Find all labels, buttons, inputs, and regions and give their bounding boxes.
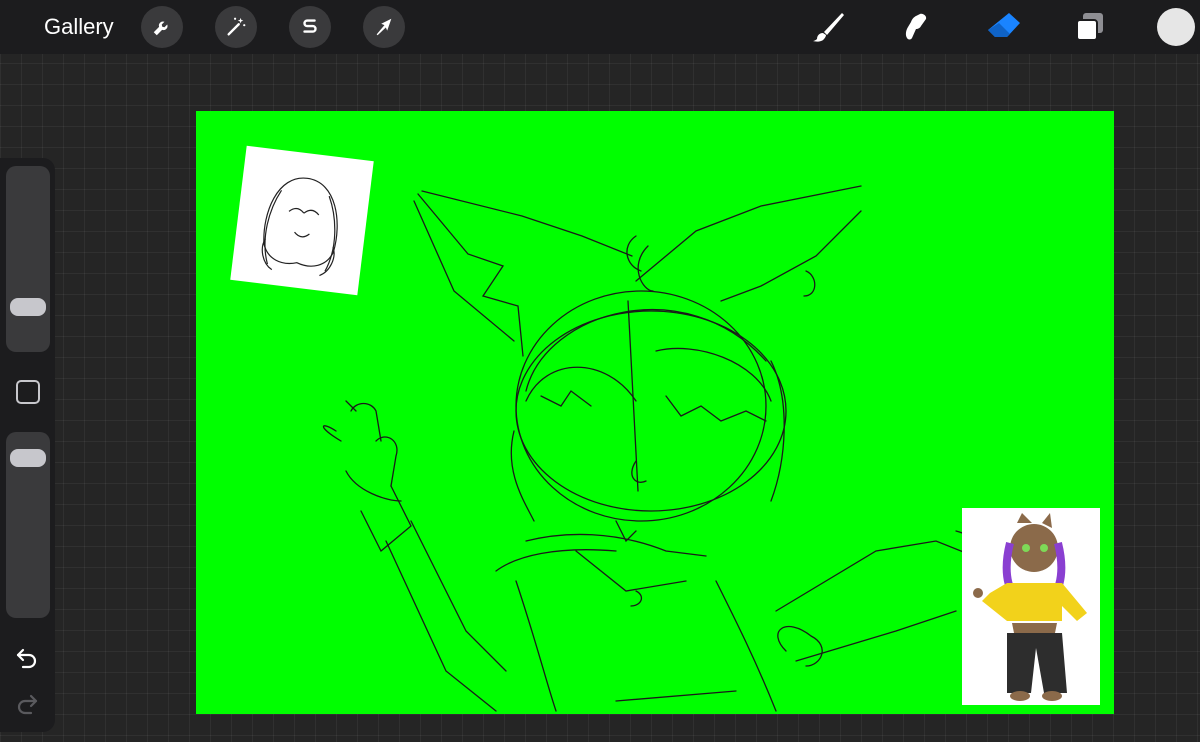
layers-icon [1076, 13, 1103, 41]
color-picker-button[interactable] [1157, 8, 1195, 46]
brush-size-slider[interactable] [6, 166, 50, 352]
hair-sketch-image [261, 177, 338, 277]
brush-size-thumb[interactable] [10, 298, 46, 316]
redo-button[interactable] [14, 690, 40, 716]
selection-button[interactable] [289, 6, 331, 48]
left-sidebar [0, 158, 55, 732]
character-reference-image [973, 513, 1087, 701]
brush-icon [813, 13, 844, 42]
adjustments-button[interactable] [215, 6, 257, 48]
square-modifier-icon[interactable] [16, 380, 40, 404]
undo-icon [16, 648, 37, 669]
smudge-tool-button[interactable] [895, 8, 935, 46]
wrench-icon [153, 21, 168, 36]
layers-button[interactable] [1070, 8, 1110, 46]
redo-icon [17, 694, 38, 715]
eraser-tool-button[interactable] [984, 8, 1024, 46]
eraser-icon [988, 13, 1020, 37]
undo-button[interactable] [14, 644, 40, 670]
transform-arrow-icon [376, 18, 392, 36]
brush-tool-button[interactable] [809, 8, 849, 46]
reference-image-hair[interactable] [230, 145, 374, 296]
transform-button[interactable] [363, 6, 405, 48]
gallery-button[interactable]: Gallery [44, 13, 114, 41]
selection-s-icon [303, 19, 317, 33]
opacity-thumb[interactable] [10, 448, 46, 467]
actions-button[interactable] [141, 6, 183, 48]
opacity-slider[interactable] [6, 432, 50, 618]
magic-wand-icon [227, 17, 246, 36]
top-toolbar: Gallery [0, 0, 1200, 54]
smudge-icon [905, 13, 927, 40]
reference-image-character[interactable] [962, 508, 1100, 705]
